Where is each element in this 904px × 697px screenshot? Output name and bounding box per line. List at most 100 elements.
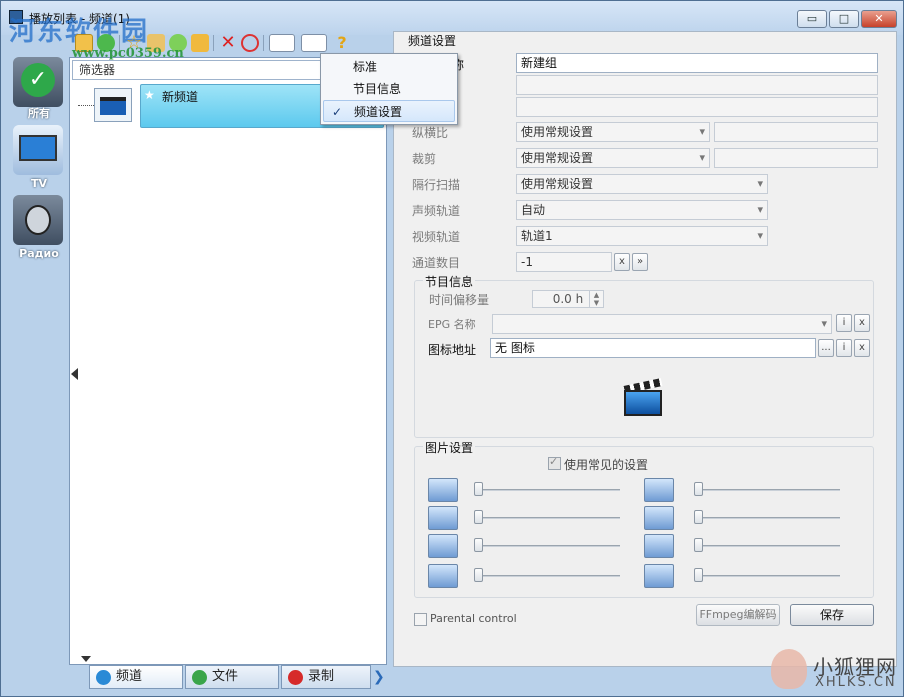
minimize-button[interactable]: ▭	[797, 10, 827, 28]
collapse-panel-arrow[interactable]	[71, 368, 78, 380]
hue-icon	[644, 506, 674, 530]
parental-control-label: Parental control	[430, 612, 517, 625]
icon-clear-button[interactable]: x	[854, 339, 870, 357]
info-button[interactable]: i	[836, 314, 852, 332]
deinterlace-select[interactable]: 使用常规设置	[516, 174, 768, 194]
contrast-slider[interactable]	[478, 517, 620, 519]
clear-epg-button[interactable]: x	[854, 314, 870, 332]
sharpness-slider[interactable]	[698, 545, 840, 547]
volume-slider-handle[interactable]	[694, 568, 703, 582]
ffmpeg-codec-button[interactable]: FFmpeg编解码	[696, 604, 780, 626]
checkmark-icon: ✓	[332, 105, 343, 119]
channel-count-label: 通道数目	[412, 256, 461, 270]
sharpness-slider-handle[interactable]	[694, 538, 703, 552]
epg-name-label: EPG 名称	[428, 318, 476, 331]
use-common-label: 使用常见的设置	[564, 458, 649, 472]
deinterlace-label: 隔行扫描	[412, 178, 461, 192]
chevron-right-icon[interactable]: ❯	[373, 669, 385, 685]
tree-connector	[78, 105, 94, 106]
view-columns-icon[interactable]	[301, 34, 327, 52]
saturation-icon	[644, 478, 674, 502]
icon-info-button[interactable]: i	[836, 339, 852, 357]
app-window: 播放列表 - 频道(1) 河东软件园 ▭ □ ✕ ☆ ✕ ? ✓ 所有 TV Р…	[0, 0, 904, 697]
tab-label: 频道	[116, 669, 143, 684]
gamma-icon	[428, 534, 458, 558]
volume-slider[interactable]	[698, 575, 840, 577]
crop-select[interactable]: 使用常规设置	[516, 148, 710, 168]
add-folder-icon[interactable]	[191, 34, 209, 52]
name-field[interactable]: 新建组	[516, 53, 878, 73]
channel-count-field[interactable]: -1	[516, 252, 612, 272]
record-icon	[288, 670, 303, 685]
scroll-down-arrow[interactable]	[81, 656, 91, 662]
block-icon[interactable]	[241, 34, 259, 52]
checkmark-icon: ✓	[549, 455, 559, 468]
view-list-icon[interactable]	[269, 34, 295, 52]
menu-item-label: 节目信息	[353, 82, 402, 96]
category-tv[interactable]	[13, 125, 63, 175]
time-offset-value: 0.0 h	[552, 292, 584, 306]
time-offset-label: 时间偏移量	[429, 293, 490, 307]
watermark-url: www.pc0359.cn	[72, 46, 184, 61]
panel-title: 频道设置	[408, 34, 457, 48]
crop-custom-field[interactable]	[714, 148, 878, 168]
parental-control-checkbox[interactable]	[414, 613, 427, 626]
brightness-slider-handle[interactable]	[474, 482, 483, 496]
menu-item-label: 标准	[353, 60, 378, 74]
tab-recordings[interactable]: 录制	[281, 665, 371, 689]
menu-item-channel-settings[interactable]: ✓ 频道设置	[323, 100, 455, 122]
aspect-slider-handle[interactable]	[474, 568, 483, 582]
clapperboard-icon	[94, 88, 132, 122]
tab-label: 录制	[308, 669, 335, 684]
spinner-arrows[interactable]: ▲ ▼	[589, 291, 603, 307]
contrast-icon	[428, 506, 458, 530]
field-2[interactable]	[516, 75, 878, 95]
time-offset-spinner[interactable]: 0.0 h ▲ ▼	[532, 290, 604, 308]
menu-item-program-info[interactable]: 节目信息	[323, 78, 455, 100]
browse-button[interactable]: ...	[818, 339, 834, 357]
video-track-select[interactable]: 轨道1	[516, 226, 768, 246]
saturation-slider[interactable]	[698, 489, 840, 491]
aspect-slider[interactable]	[478, 575, 620, 577]
hue-slider-handle[interactable]	[694, 510, 703, 524]
tab-channels[interactable]: 频道	[89, 665, 183, 689]
corner-watermark-en: XHLKS.CN	[815, 675, 897, 690]
category-radio-label: Радио	[19, 247, 59, 260]
maximize-button[interactable]: □	[829, 10, 859, 28]
icon-url-field[interactable]: 无 图标	[490, 338, 816, 358]
contrast-slider-handle[interactable]	[474, 510, 483, 524]
channel-name: 新频道	[162, 90, 199, 104]
epg-group-title: 节目信息	[423, 273, 476, 290]
tab-files[interactable]: 文件	[185, 665, 279, 689]
aspect-custom-field[interactable]	[714, 122, 878, 142]
more-button[interactable]: »	[632, 253, 648, 271]
sharpness-icon	[644, 534, 674, 558]
category-all[interactable]: ✓	[13, 57, 63, 107]
gamma-slider[interactable]	[478, 545, 620, 547]
icon-url-label: 图标地址	[428, 343, 477, 357]
close-button[interactable]: ✕	[861, 10, 897, 28]
aspect-select[interactable]: 使用常规设置	[516, 122, 710, 142]
audio-track-select[interactable]: 自动	[516, 200, 768, 220]
delete-icon[interactable]: ✕	[219, 34, 237, 52]
fox-logo-icon	[771, 649, 807, 689]
gamma-slider-handle[interactable]	[474, 538, 483, 552]
clear-button[interactable]: x	[614, 253, 630, 271]
channel-settings-panel: 频道设置 称 新建组 纵横比 使用常规设置 裁剪 使用常规设置 隔行扫描 使用常…	[393, 31, 897, 667]
tab-label: 文件	[212, 669, 239, 684]
hue-slider[interactable]	[698, 517, 840, 519]
channel-list: 筛选器 ★ 新频道 www.pc0359.cn	[69, 46, 387, 665]
saturation-slider-handle[interactable]	[694, 482, 703, 496]
save-button[interactable]: 保存	[790, 604, 874, 626]
clapperboard-icon	[622, 376, 664, 418]
epg-name-select[interactable]	[492, 314, 832, 334]
category-all-label: 所有	[28, 107, 50, 120]
field-3[interactable]	[516, 97, 878, 117]
aspect-label: 纵横比	[412, 126, 449, 140]
help-icon[interactable]: ?	[333, 34, 351, 52]
brightness-slider[interactable]	[478, 489, 620, 491]
toolbar-separator	[263, 35, 264, 51]
title-bar: 播放列表 - 频道(1) 河东软件园 ▭ □ ✕	[1, 1, 903, 47]
menu-item-standard[interactable]: 标准	[323, 56, 455, 78]
category-radio[interactable]	[13, 195, 63, 245]
